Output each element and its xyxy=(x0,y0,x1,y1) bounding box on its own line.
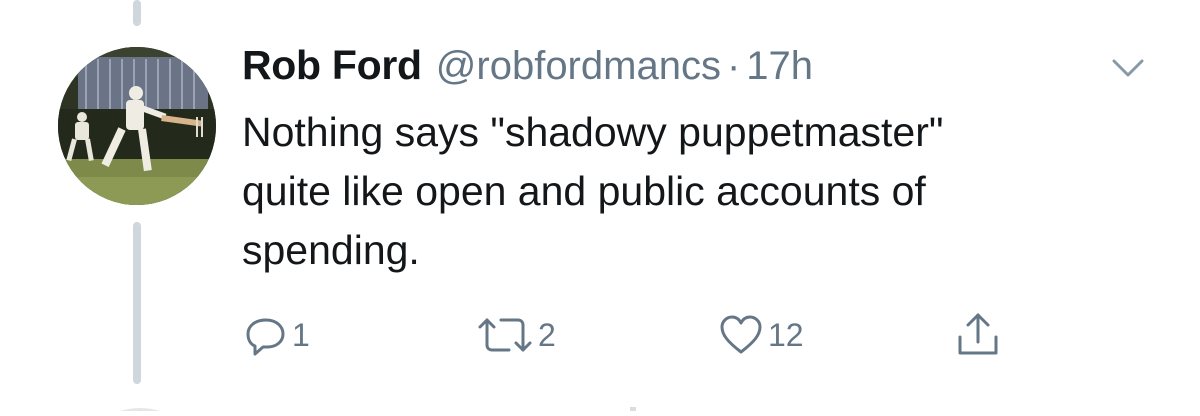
share-button[interactable] xyxy=(954,310,1002,360)
author-name[interactable]: Rob Ford xyxy=(242,42,422,89)
tweet-text: Nothing says "shadowy puppetmaster" quit… xyxy=(242,103,1122,280)
avatar[interactable] xyxy=(58,47,216,205)
heart-icon xyxy=(720,315,762,354)
tweet-text-line: Nothing says "shadowy puppetmaster" xyxy=(242,109,944,155)
thread-line-top xyxy=(133,0,141,26)
retweet-count: 2 xyxy=(538,316,556,353)
reply-count: 1 xyxy=(292,316,310,353)
timestamp[interactable]: 17h xyxy=(746,44,813,89)
chevron-down-icon xyxy=(1112,59,1144,77)
author-handle[interactable]: @robfordmancs xyxy=(436,44,721,89)
retweet-icon xyxy=(478,318,532,352)
share-icon xyxy=(958,313,998,355)
avatar-cricket-photo xyxy=(58,47,216,205)
tweet-text-line: spending. xyxy=(242,227,420,273)
tweet-header: Rob Ford @robfordmancs · 17h xyxy=(242,42,813,96)
separator-dot: · xyxy=(726,44,741,88)
like-count: 12 xyxy=(768,316,804,353)
next-tweet-edge xyxy=(0,398,1200,411)
retweet-button[interactable]: 2 xyxy=(476,310,556,360)
previous-tweet-actions-cut xyxy=(0,0,1200,4)
reply-button[interactable]: 1 xyxy=(244,310,310,360)
tweet-menu-button[interactable] xyxy=(1108,53,1148,83)
tweet-actions: 1 2 12 xyxy=(0,310,1200,360)
tweet-text-line: quite like open and public accounts of xyxy=(242,168,926,214)
reply-icon xyxy=(246,318,285,356)
like-button[interactable]: 12 xyxy=(718,310,804,360)
